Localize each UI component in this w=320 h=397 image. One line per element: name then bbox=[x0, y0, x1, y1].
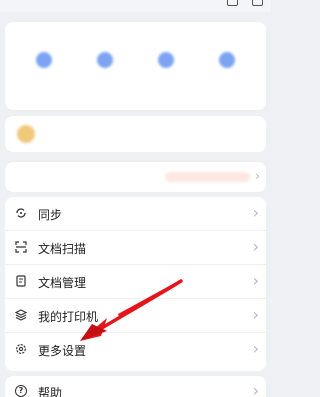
tool-icon bbox=[96, 52, 113, 68]
account-row[interactable]: › bbox=[5, 162, 266, 192]
chevron-right-icon: › bbox=[252, 237, 259, 256]
menu-item-label: 文档管理 bbox=[38, 276, 87, 290]
menu-item-more-settings[interactable]: 更多设置 › bbox=[5, 333, 266, 367]
tool-icon bbox=[35, 52, 52, 68]
help-icon: ? bbox=[15, 385, 27, 397]
avatar bbox=[17, 125, 35, 143]
tool-icon bbox=[158, 52, 175, 68]
menu-item-label: 我的打印机 bbox=[38, 310, 99, 324]
chevron-right-icon: › bbox=[255, 169, 260, 183]
settings-menu: 同步 › 文档扫描 › 文档管理 › 我的打印机 › 更多设置 › bbox=[5, 197, 266, 371]
quick-tools-card bbox=[5, 22, 266, 110]
quick-tool[interactable] bbox=[19, 52, 69, 68]
chevron-right-icon: › bbox=[252, 305, 259, 324]
top-bar bbox=[0, 0, 271, 12]
chevron-right-icon: › bbox=[252, 203, 259, 222]
status-badge bbox=[165, 172, 250, 182]
sync-icon bbox=[16, 208, 26, 218]
menu-item-label: 文档扫描 bbox=[38, 242, 87, 256]
menu-item-sync[interactable]: 同步 › bbox=[5, 197, 266, 231]
menu-item-help[interactable]: ? 帮助 › bbox=[5, 376, 266, 397]
menu-item-my-printer[interactable]: 我的打印机 › bbox=[5, 299, 266, 333]
menu-item-label: 同步 bbox=[38, 208, 63, 222]
menu-item-label: 帮助 bbox=[38, 386, 63, 397]
gear-icon bbox=[16, 344, 26, 354]
menu-item-document-management[interactable]: 文档管理 › bbox=[5, 265, 266, 299]
layers-icon bbox=[15, 309, 27, 321]
chevron-right-icon: › bbox=[252, 381, 259, 397]
quick-tool[interactable] bbox=[80, 52, 130, 68]
member-card[interactable] bbox=[5, 116, 266, 152]
scan-icon bbox=[15, 241, 27, 253]
chevron-right-icon: › bbox=[252, 271, 259, 290]
share-icon[interactable] bbox=[227, 0, 238, 6]
menu-item-document-scan[interactable]: 文档扫描 › bbox=[5, 231, 266, 265]
document-icon bbox=[16, 275, 26, 287]
quick-tool[interactable] bbox=[202, 52, 252, 68]
menu-item-label: 更多设置 bbox=[38, 344, 87, 358]
chevron-right-icon: › bbox=[252, 339, 259, 358]
message-icon[interactable] bbox=[252, 0, 263, 6]
quick-tool[interactable] bbox=[141, 52, 191, 68]
tool-icon bbox=[219, 52, 236, 68]
